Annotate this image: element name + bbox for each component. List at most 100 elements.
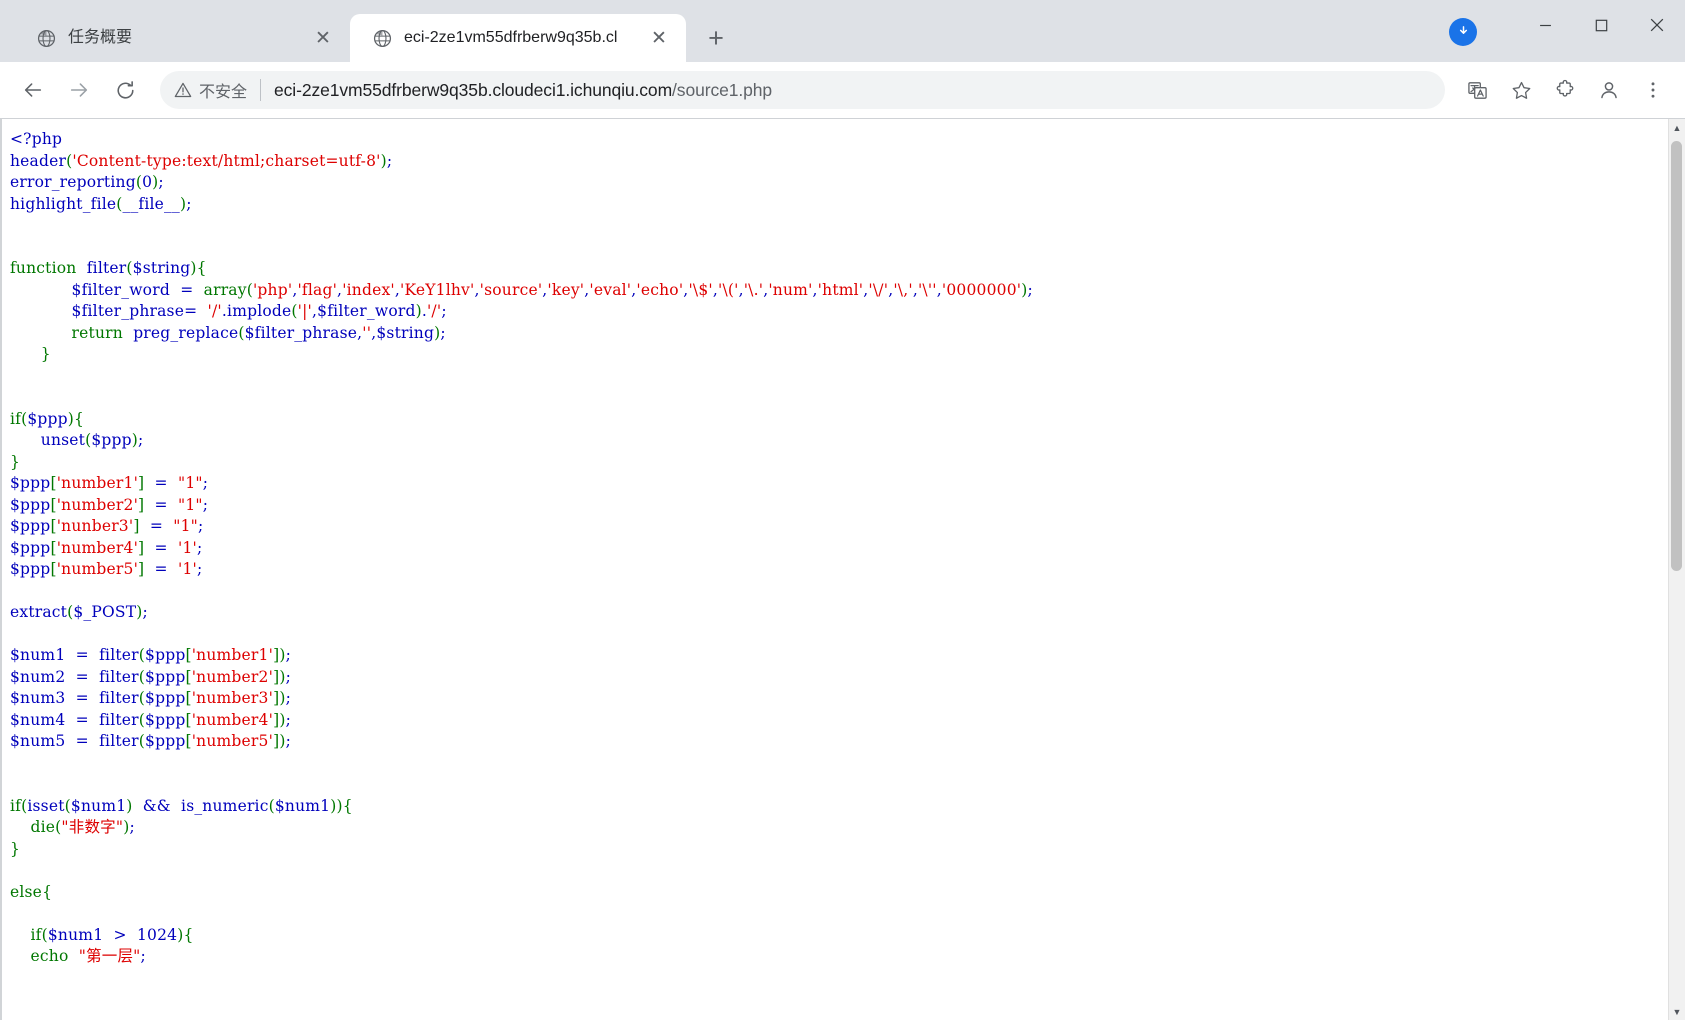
code-token: = — [65, 689, 100, 707]
code-token: '\,' — [893, 280, 913, 299]
code-token: 'nunber3' — [56, 517, 134, 535]
page-viewport: <?php header('Content-type:text/html;cha… — [0, 118, 1685, 1020]
code-token: 'flag' — [297, 280, 338, 299]
code-token: 1024 — [136, 925, 178, 944]
code-token: $num5 — [10, 732, 66, 750]
security-warning[interactable]: 不安全 — [174, 78, 247, 102]
page-scrollbar[interactable]: ▲ ▼ — [1668, 119, 1685, 1020]
reload-button[interactable] — [104, 69, 146, 111]
code-token: $num1 — [47, 925, 104, 944]
code-token: ; — [196, 560, 203, 578]
browser-toolbar: 不安全 eci-2ze1vm55dfrberw9q35b.cloudeci1.i… — [0, 62, 1685, 118]
code-token: $ppp — [10, 474, 51, 492]
window-controls — [1517, 0, 1685, 50]
warning-triangle-icon — [174, 82, 192, 98]
scroll-up-arrow-icon[interactable]: ▲ — [1669, 119, 1685, 136]
code-token: = — [184, 302, 208, 320]
url-path: /source1.php — [672, 79, 773, 100]
code-token: '0000000' — [941, 280, 1022, 299]
code-token: $ppp — [10, 538, 51, 557]
code-token: { — [183, 925, 194, 944]
tab-close-button[interactable]: ✕ — [310, 25, 336, 51]
download-arrow-icon — [1459, 25, 1467, 34]
code-token: "1" — [178, 495, 203, 514]
code-token: filter — [99, 667, 139, 686]
address-bar[interactable]: 不安全 eci-2ze1vm55dfrberw9q35b.cloudeci1.i… — [160, 71, 1445, 109]
code-token: $ppp — [10, 560, 51, 578]
code-token: '\'' — [917, 280, 937, 299]
tab-close-button[interactable]: ✕ — [646, 25, 672, 51]
new-tab-button[interactable]: + — [696, 18, 736, 58]
code-token: 'number4' — [56, 538, 139, 557]
code-token: '\$' — [688, 280, 713, 299]
code-token: $num2 — [10, 667, 66, 686]
back-button[interactable] — [12, 69, 54, 111]
code-token: ; — [386, 151, 393, 170]
code-token: return — [71, 323, 123, 342]
code-token: ; — [285, 646, 291, 664]
code-token: = — [65, 646, 100, 664]
code-token: extract — [10, 603, 68, 621]
code-token: $filter_word — [71, 280, 170, 299]
browser-tab-1[interactable]: 任务概要 ✕ — [14, 14, 350, 62]
maximize-button[interactable] — [1573, 0, 1629, 50]
code-token: 'KeY1lhv' — [400, 280, 475, 299]
code-token: 'number5' — [56, 560, 139, 578]
code-token: ; — [196, 538, 203, 557]
code-token: = — [139, 517, 174, 535]
code-token: __file__ — [122, 194, 180, 213]
code-token: $ppp — [145, 646, 186, 664]
code-token: ; — [186, 194, 192, 213]
code-token: $_POST — [73, 603, 137, 621]
code-token: ; — [129, 818, 135, 836]
code-token: { — [342, 796, 353, 815]
minimize-button[interactable] — [1517, 0, 1573, 50]
code-token: = — [65, 710, 100, 729]
code-token: ; — [440, 323, 446, 342]
code-token: $string — [376, 323, 435, 342]
code-token: $ppp — [10, 495, 51, 514]
extensions-puzzle-icon[interactable] — [1545, 70, 1585, 110]
code-token: } — [10, 839, 21, 858]
code-token: = — [169, 280, 204, 299]
code-token: $ppp — [91, 431, 132, 449]
code-token: $filter_phrase — [71, 302, 185, 320]
code-token: filter — [99, 710, 139, 729]
code-token: 'number1' — [56, 474, 139, 492]
code-token: highlight_file — [10, 194, 117, 213]
code-token: 'php' — [252, 280, 293, 299]
tab-strip: 任务概要 ✕ eci-2ze1vm55dfrberw9q35b.cl ✕ + — [0, 0, 1685, 62]
download-badge[interactable] — [1449, 18, 1477, 46]
url-host: eci-2ze1vm55dfrberw9q35b.cloudeci1.ichun… — [274, 79, 673, 100]
scrollbar-thumb[interactable] — [1671, 141, 1682, 571]
chrome-menu-icon[interactable] — [1633, 70, 1673, 110]
forward-button[interactable] — [58, 69, 100, 111]
code-token: "1" — [173, 517, 199, 535]
code-token: filter — [86, 259, 127, 277]
code-token: else — [10, 882, 43, 901]
code-token: { — [74, 409, 85, 428]
tab-title: eci-2ze1vm55dfrberw9q35b.cl — [404, 29, 618, 46]
code-token: ; — [441, 302, 447, 320]
code-token: = — [144, 560, 178, 578]
code-token: = — [144, 495, 178, 514]
code-token: && — [132, 796, 182, 815]
close-button[interactable] — [1629, 0, 1685, 50]
php-code-block: <?php header('Content-type:text/html;cha… — [10, 129, 1669, 968]
translate-icon[interactable] — [1457, 70, 1497, 110]
bookmark-star-icon[interactable] — [1501, 70, 1541, 110]
browser-tab-2[interactable]: eci-2ze1vm55dfrberw9q35b.cl ✕ — [350, 14, 686, 62]
code-token: "非数字" — [61, 818, 124, 836]
code-token: $num4 — [10, 710, 66, 729]
profile-icon[interactable] — [1589, 70, 1629, 110]
code-token: is_numeric — [181, 796, 269, 815]
code-token: echo — [30, 947, 69, 965]
scroll-down-arrow-icon[interactable]: ▼ — [1669, 1003, 1685, 1020]
code-token: 'number1' — [191, 646, 274, 664]
code-token: } — [40, 345, 51, 363]
